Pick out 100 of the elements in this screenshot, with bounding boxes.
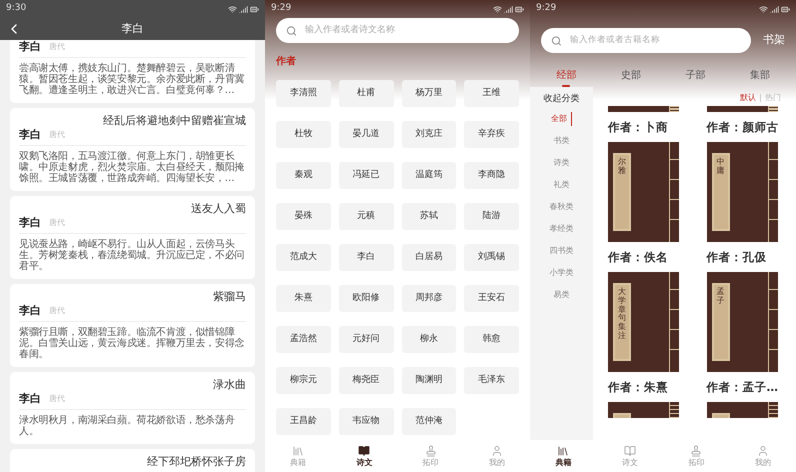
author-chip[interactable]: 杨万里 [402, 80, 456, 107]
book-cover[interactable]: 中庸 [706, 142, 778, 242]
poem-dynasty: 唐代 [49, 129, 65, 141]
poem-card[interactable]: 送友人入蜀 李白 唐代 见说蚕丛路，崎岖不易行。山从人面起，云傍马头生。芳树笼秦栈，春流绕蜀城。升沉应已定，不必问君平。 [10, 196, 255, 279]
sort-option[interactable]: 默认 [740, 92, 756, 104]
poem-text: 渌水明秋月，南湖采白蘋。荷花娇欲语，愁杀荡舟人。 [19, 414, 236, 437]
author-chip[interactable]: 苏轼 [402, 203, 456, 230]
author-chip[interactable]: 杜牧 [276, 121, 331, 148]
poem-text: 见说蚕丛路，崎岖不易行。山从人面起，云傍马头生。芳树笼秦栈，春流绕蜀城。升沉应已定，不必问君平。 [19, 238, 246, 272]
author-chip[interactable]: 孟浩然 [276, 326, 331, 353]
author-chip[interactable]: 白居易 [402, 244, 456, 271]
poem-card[interactable]: 经乱后将避地剡中留赠崔宣城 李白 唐代 双鹅飞洛阳，五马渡江徼。何意上东门，胡雏更长啸。中原走豺虎，烈火焚宗庙。太白昼经天，颓阳掩馀照。王城皆荡覆，世路成奔峭。四海望长安，… [10, 108, 255, 191]
author-chip[interactable]: 周邦彦 [402, 285, 456, 312]
author-chip[interactable]: 冯延已 [338, 162, 394, 189]
author-chip[interactable]: 陶渊明 [402, 367, 456, 394]
book-cover[interactable] [706, 402, 778, 418]
nav-icon [624, 444, 636, 456]
author-chip[interactable]: 范成大 [276, 244, 331, 271]
author-chip[interactable]: 温庭筠 [402, 162, 456, 189]
book-author: 作者：卜商 [608, 120, 669, 134]
author-chip[interactable]: 辛弃疾 [464, 121, 519, 148]
author-chip[interactable]: 梅尧臣 [338, 367, 394, 394]
nav-icon [557, 444, 570, 456]
book-cover[interactable] [706, 106, 778, 112]
category-tab[interactable]: 子部 [685, 68, 706, 87]
poem-title: 经乱后将避地剡中留赠崔宣城 [102, 114, 246, 128]
author-chip[interactable]: 李清照 [276, 80, 331, 107]
author-chip[interactable]: 欧阳修 [338, 285, 394, 312]
battery-icon [250, 4, 259, 14]
author-chip[interactable]: 秦观 [276, 162, 331, 189]
author-chip[interactable]: 陆游 [464, 203, 519, 230]
search-input[interactable]: 输入作者或者古籍名称 [570, 34, 741, 47]
book-author: 作者：朱熹 [608, 380, 669, 394]
poem-title: 送友人入蜀 [190, 202, 246, 216]
poem-author: 李白 [19, 392, 41, 406]
book-title: 大学章句集注 [618, 288, 626, 341]
wifi-icon [759, 4, 768, 14]
author-chip[interactable]: 王维 [464, 80, 519, 107]
poem-author: 李白 [19, 216, 41, 230]
bookshelf-link[interactable]: 书架 [763, 32, 785, 49]
search-icon [551, 34, 562, 46]
author-chip[interactable]: 朱熹 [276, 285, 331, 312]
battery-icon [781, 4, 790, 14]
header-title: 李白 [122, 20, 144, 37]
author-chip[interactable]: 范仲淹 [402, 408, 456, 435]
book-cover[interactable]: 孟子 [706, 272, 778, 372]
section-title: 作者 [276, 54, 296, 69]
author-chip[interactable]: 李白 [338, 244, 394, 271]
search-icon [286, 24, 297, 36]
poem-title: 经下邳圯桥怀张子房 [146, 455, 246, 469]
poem-author: 李白 [19, 128, 41, 142]
search-field[interactable]: 输入作者或者古籍名称 [541, 28, 751, 53]
book-author: 作者：孟子… [706, 380, 779, 394]
poem-dynasty: 唐代 [49, 41, 65, 53]
search-input[interactable]: 输入作者或者诗文名称 [304, 24, 509, 38]
poem-card[interactable]: 紫骝马 李白 唐代 紫骝行且嘶，双翻碧玉蹄。临流不肯渡，似惜锦障泥。白雪关山远，黄云海戍迷。挥鞭万里去，安得念春闺。 [10, 284, 255, 367]
nav-icon [424, 444, 437, 456]
poem-text: 紫骝行且嘶，双翻碧玉蹄。临流不肯渡，似惜锦障泥。白雪关山远，黄云海戍迷。挥鞭万里去，安得念春闺。 [19, 326, 246, 360]
author-chip[interactable]: 李商隐 [464, 162, 519, 189]
author-chip[interactable]: 王昌龄 [276, 408, 331, 435]
author-chip[interactable]: 王安石 [464, 285, 519, 312]
author-chip[interactable]: 元好问 [338, 326, 394, 353]
author-chip[interactable]: 晏殊 [276, 203, 331, 230]
author-chip[interactable]: 韩愈 [464, 326, 519, 353]
book-cover[interactable]: 大学章句集注 [608, 272, 679, 372]
book-cover[interactable] [608, 106, 679, 112]
signal-icon [239, 4, 248, 14]
category-item[interactable]: 全部 [551, 112, 572, 126]
nav-icon [756, 444, 769, 456]
poem-author: 李白 [19, 304, 41, 318]
author-chip[interactable]: 刘克庄 [402, 121, 456, 148]
battery-icon [515, 4, 524, 14]
poem-card[interactable]: 经下邳圯桥怀张子房 [10, 449, 255, 472]
nav-icon [292, 444, 304, 456]
book-cover[interactable]: 尔雅 [608, 142, 679, 242]
author-chip[interactable]: 杜甫 [338, 80, 394, 107]
status-time: 9:29 [271, 2, 292, 16]
nav-tab[interactable]: 诗文 [339, 444, 390, 468]
author-chip[interactable]: 毛泽东 [464, 367, 519, 394]
book-cover[interactable] [608, 402, 679, 418]
poem-title: 渌水曲 [212, 378, 246, 392]
search-field[interactable]: 输入作者或者诗文名称 [276, 18, 519, 43]
category-tab[interactable]: 集部 [750, 68, 770, 87]
author-chip[interactable]: 元稹 [338, 203, 394, 230]
collapse-label: 收起分类 [544, 93, 580, 106]
poem-title: 紫骝马 [212, 290, 246, 304]
wifi-icon [228, 4, 237, 14]
poem-card[interactable]: 李白 唐代 尝高谢太傅，携妓东山门。楚舞醉碧云，吴歌断清猿。暂因苍生起，谈笑安黎元。余亦爱此断，丹霄冀飞翻。遭逢圣明主，敢进兴亡言。白璧竟何辜？… [10, 40, 255, 103]
poem-card[interactable]: 渌水曲 李白 唐代 渌水明秋月，南湖采白蘋。荷花娇欲语，愁杀荡舟人。 [10, 372, 255, 444]
category-tab[interactable]: 史部 [620, 68, 641, 87]
author-chip[interactable]: 刘禹锡 [464, 244, 519, 271]
author-chip[interactable]: 柳永 [402, 326, 456, 353]
book-title: 中庸 [716, 158, 724, 176]
book-author: 作者：颜师古 [706, 120, 780, 134]
status-time: 9:29 [536, 2, 556, 16]
author-chip[interactable]: 晏几道 [338, 121, 394, 148]
status-time: 9:30 [6, 2, 26, 16]
nav-tab[interactable]: 典籍 [538, 444, 588, 468]
author-chip[interactable]: 韦应物 [338, 408, 394, 435]
author-chip[interactable]: 柳宗元 [276, 367, 331, 394]
